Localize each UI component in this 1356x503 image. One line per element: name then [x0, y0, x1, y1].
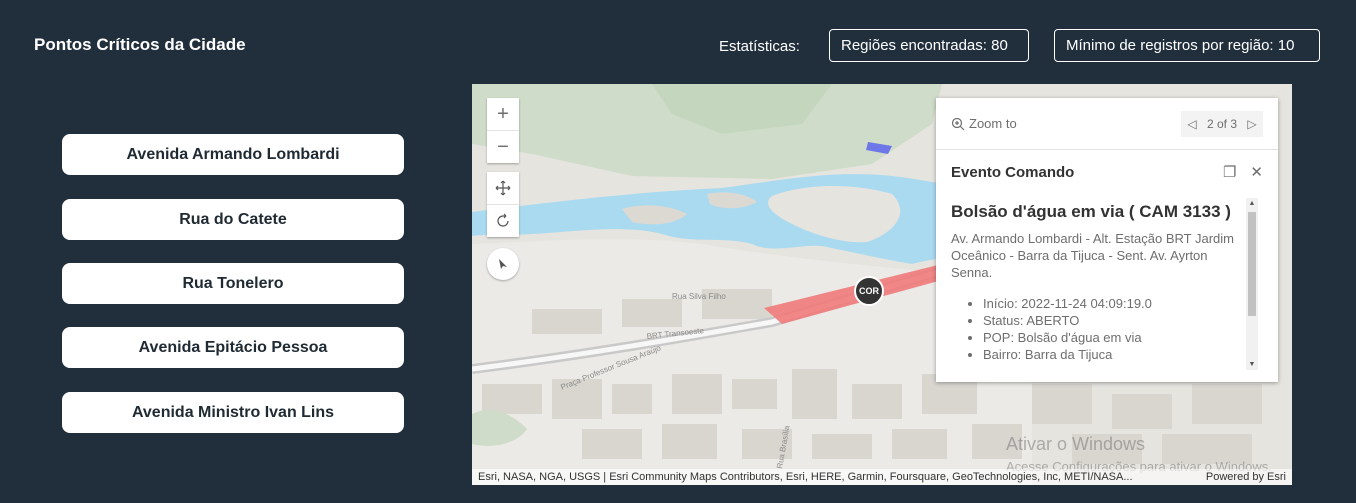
map-view[interactable]: Rua Silva Filho Praça Professor Sousa Ar… — [472, 84, 1292, 485]
popup-scrollbar[interactable]: ▲ ▼ — [1246, 198, 1258, 370]
street-button-epitacio-pessoa[interactable]: Avenida Epitácio Pessoa — [62, 327, 404, 368]
feature-count: 2 of 3 — [1206, 116, 1237, 131]
pan-icon — [495, 180, 511, 196]
zoom-controls: + − — [487, 98, 519, 163]
zoom-to-icon — [951, 117, 965, 130]
rotate-button[interactable] — [487, 204, 519, 237]
navigation-controls — [487, 172, 519, 237]
scroll-up-icon[interactable]: ▲ — [1246, 200, 1258, 207]
street-button-rua-tonelero[interactable]: Rua Tonelero — [62, 263, 404, 304]
dock-icon[interactable]: ❐ — [1223, 163, 1236, 181]
page-title: Pontos Críticos da Cidade — [34, 35, 246, 54]
scroll-thumb[interactable] — [1248, 212, 1256, 316]
windows-watermark-title: Ativar o Windows — [1006, 434, 1146, 454]
next-feature-button[interactable]: ▷ — [1241, 117, 1263, 131]
regions-found-badge: Regiões encontradas: 80 — [829, 29, 1029, 62]
zoom-to-label: Zoom to — [969, 116, 1017, 131]
powered-by-esri[interactable]: Powered by Esri — [1206, 471, 1286, 483]
compass-button[interactable] — [487, 248, 519, 280]
street-button-ministro-ivan-lins[interactable]: Avenida Ministro Ivan Lins — [62, 392, 404, 433]
cor-marker[interactable]: COR — [854, 276, 884, 306]
detail-item: Bairro: Barra da Tijuca — [983, 346, 1251, 363]
map-attribution: Esri, NASA, NGA, USGS | Esri Community M… — [472, 469, 1292, 485]
scroll-down-icon[interactable]: ▼ — [1246, 361, 1258, 368]
popup-layer-title: Evento Comando — [951, 163, 1075, 181]
event-address: Av. Armando Lombardi - Alt. Estação BRT … — [951, 231, 1234, 280]
street-button-armando-lombardi[interactable]: Avenida Armando Lombardi — [62, 134, 404, 175]
street-button-rua-do-catete[interactable]: Rua do Catete — [62, 199, 404, 240]
event-details: Início: 2022-11-24 04:09:19.0 Status: AB… — [951, 295, 1251, 363]
popup-content: Bolsão d'água em via ( CAM 3133 ) Av. Ar… — [951, 202, 1251, 372]
close-icon[interactable]: ✕ — [1250, 163, 1263, 181]
stats-label: Estatísticas: — [719, 38, 800, 55]
previous-feature-button[interactable]: ◁ — [1181, 117, 1203, 131]
feature-pager: ◁ 2 of 3 ▷ — [1180, 110, 1263, 137]
zoom-out-button[interactable]: − — [487, 130, 519, 163]
map-label-rua-silva-filho: Rua Silva Filho — [672, 292, 726, 301]
detail-item: Status: ABERTO — [983, 312, 1251, 329]
feature-popup: Zoom to ◁ 2 of 3 ▷ Evento Comando ❐ ✕ Bo… — [936, 98, 1278, 382]
compass-icon — [499, 259, 507, 269]
attribution-text[interactable]: Esri, NASA, NGA, USGS | Esri Community M… — [478, 471, 1133, 483]
zoom-to-button[interactable]: Zoom to — [951, 116, 1017, 131]
pan-button[interactable] — [487, 172, 519, 204]
detail-item: POP: Bolsão d'água em via — [983, 329, 1251, 346]
zoom-in-button[interactable]: + — [487, 98, 519, 130]
detail-item: Início: 2022-11-24 04:09:19.0 — [983, 295, 1251, 312]
min-records-badge: Mínimo de registros por região: 10 — [1054, 29, 1320, 62]
event-title: Bolsão d'água em via ( CAM 3133 ) — [951, 202, 1231, 221]
rotate-icon — [497, 213, 509, 227]
